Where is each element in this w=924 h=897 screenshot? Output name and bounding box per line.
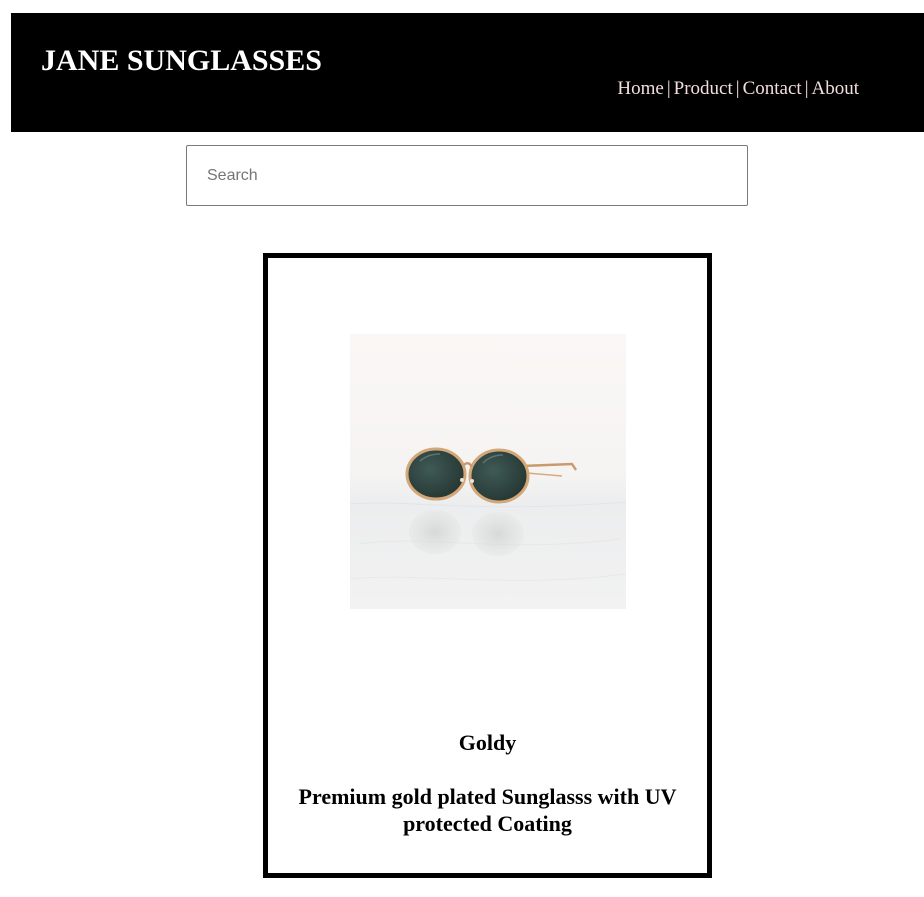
- brand-title: JANE SUNGLASSES: [41, 44, 322, 77]
- product-card[interactable]: Goldy Premium gold plated Sunglasss with…: [263, 253, 712, 878]
- product-name: Goldy: [458, 730, 517, 755]
- main-nav: Home | Product | Contact | About: [617, 77, 859, 101]
- sunglasses-icon: [350, 334, 626, 609]
- nav-separator: |: [666, 78, 671, 99]
- nav-home-link[interactable]: Home: [617, 78, 663, 99]
- search-input[interactable]: [186, 145, 748, 206]
- nav-about-link[interactable]: About: [812, 78, 860, 99]
- product-image[interactable]: [350, 334, 626, 609]
- nav-product-link[interactable]: Product: [674, 78, 733, 99]
- site-header: JANE SUNGLASSES Home | Product | Contact | Abo…: [11, 13, 924, 132]
- nav-separator: |: [804, 78, 809, 99]
- product-description: Premium gold plated Sunglasss with UV pr…: [298, 784, 677, 836]
- nav-contact-link[interactable]: Contact: [743, 78, 802, 99]
- nav-separator: |: [735, 78, 740, 99]
